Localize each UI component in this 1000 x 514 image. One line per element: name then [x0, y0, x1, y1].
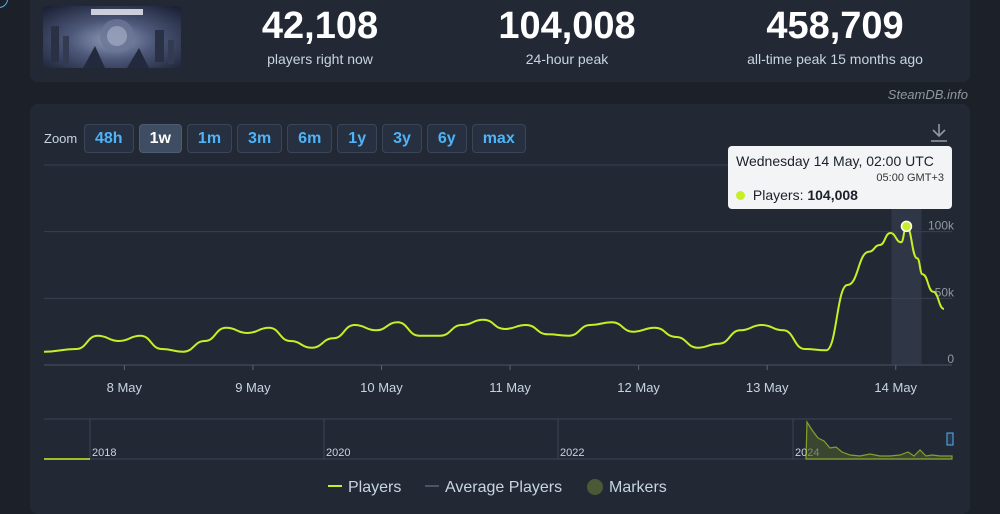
legend-average-label: Average Players [445, 479, 563, 496]
legend-markers-label: Markers [609, 479, 667, 496]
tooltip-subtitle: 05:00 GMT+3 [876, 172, 944, 184]
average-line-icon [425, 485, 439, 487]
legend-players-label: Players [348, 479, 402, 496]
navigator-handle[interactable] [946, 432, 954, 446]
player-count-chart[interactable]: 050k100k 8 May 9 May 10 May 11 May 12 May 13 … [0, 0, 1000, 500]
chart-tooltip: Wednesday 14 May, 02:00 UTC 05:00 GMT+3 … [728, 146, 952, 209]
y-tick-label: 100k [928, 219, 955, 233]
navigator: 2018202020222024 [44, 418, 954, 460]
x-tick-label: 13 May [746, 380, 789, 395]
x-tick-label: 8 May [107, 380, 143, 395]
legend-players[interactable]: Players [328, 479, 401, 497]
navigator-year-label: 2018 [92, 447, 116, 459]
tooltip-series-label: Players: [752, 187, 804, 203]
tooltip-row: Players: 104,008 [736, 187, 858, 203]
tooltip-title: Wednesday 14 May, 02:00 UTC [736, 153, 934, 169]
x-tick-label: 12 May [617, 380, 660, 395]
x-tick-label: 14 May [874, 380, 917, 395]
navigator-year-label: 2022 [560, 447, 584, 459]
navigator-year-label: 2020 [326, 447, 350, 459]
navigator-area [805, 419, 953, 460]
x-tick-label: 10 May [360, 380, 403, 395]
legend-average-players[interactable]: Average Players [425, 479, 562, 497]
x-tick-label: 11 May [489, 380, 531, 395]
markers-dot-icon [587, 479, 603, 495]
legend-markers[interactable]: Markers [587, 479, 667, 497]
players-series-line [43, 225, 945, 353]
y-tick-label: 0 [947, 352, 954, 366]
highlight-point [900, 220, 913, 233]
series-dot-icon [736, 191, 745, 200]
players-line-icon [328, 485, 342, 487]
chart-legend: Players Average Players Markers [0, 479, 1000, 499]
x-tick-label: 9 May [235, 380, 271, 395]
tooltip-value: 104,008 [807, 187, 858, 203]
